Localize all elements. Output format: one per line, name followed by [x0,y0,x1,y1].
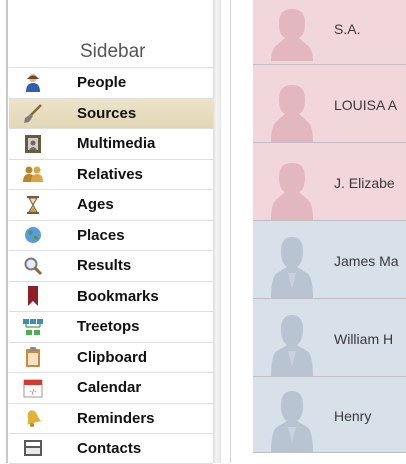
sidebar-item-relatives[interactable]: Relatives [9,158,213,190]
sidebar-item-label: Contacts [77,439,142,457]
contact-card-icon [15,439,51,457]
sidebar-item-results[interactable]: Results [9,250,213,281]
sidebar-item-label: Bookmarks [77,287,159,305]
sidebar-item-contacts[interactable]: Contacts [9,433,213,464]
sidebar-item-bookmarks[interactable]: Bookmarks [9,280,213,312]
sidebar-item-multimedia[interactable]: Multimedia [9,128,213,159]
sidebar-item-reminders[interactable]: Reminders [9,402,213,434]
female-silhouette-icon [271,9,313,61]
list-bottom-separator [253,452,406,453]
picture-frame-icon [15,134,51,154]
person-name: William H [334,331,394,347]
sidebar-item-label: Sources [77,104,137,122]
person-card[interactable]: LOUISA A [253,64,406,143]
sidebar-title: Sidebar [80,41,146,62]
clipboard-icon [15,347,51,368]
sidebar-item-clipboard[interactable]: Clipboard [9,341,213,373]
sidebar-item-ages[interactable]: Ages [9,189,213,220]
person-card[interactable]: Henry [253,376,406,453]
male-silhouette-icon [271,237,313,299]
person-name: J. Elizabe [334,175,395,191]
female-silhouette-icon [271,163,313,221]
hourglass-icon [15,195,51,215]
sidebar-item-sources[interactable]: Sources [9,97,213,128]
sidebar-item-label: Treetops [77,318,140,336]
shovel-icon [15,102,51,124]
sidebar-edge [6,0,8,463]
sidebar-item-calendar[interactable]: -/- Calendar [9,372,213,403]
sidebar-item-label: Calendar [77,379,142,397]
people-list: S.A. LOUISA A J. Elizabe James Ma Willia… [253,0,406,463]
sidebar-item-label: People [77,74,127,92]
male-silhouette-icon [271,315,313,377]
person-card[interactable]: William H [253,298,406,377]
person-name: James Ma [334,253,399,269]
sidebar-item-label: Ages [77,196,114,214]
pane-divider-line [230,0,231,463]
svg-text:-/-: -/- [29,388,37,396]
globe-icon [15,225,51,245]
female-silhouette-icon [271,85,313,143]
sidebar-item-label: Relatives [77,165,143,183]
sidebar-item-people[interactable]: People [9,67,213,98]
sidebar-item-label: Clipboard [77,348,147,366]
pane-splitter[interactable] [213,0,221,463]
sidebar-item-label: Places [77,226,125,244]
person-name: S.A. [334,21,361,37]
person-icon [15,73,51,93]
sidebar-item-label: Results [77,257,132,275]
bookmark-icon [15,286,51,307]
sidebar-item-label: Reminders [77,409,155,427]
person-card[interactable]: S.A. [253,0,406,64]
person-card[interactable]: James Ma [253,220,406,299]
sidebar-item-label: Multimedia [77,135,156,153]
male-silhouette-icon [271,391,313,453]
relatives-icon [15,165,51,183]
person-name: Henry [334,408,372,424]
bell-icon [15,408,51,428]
tree-chart-icon [15,318,51,336]
sidebar-item-treetops[interactable]: Treetops [9,311,213,342]
sidebar-list: People Sources Multimedia Relatives Ages… [9,67,213,464]
magnifier-icon [15,256,51,276]
calendar-icon: -/- [15,378,51,398]
person-name: LOUISA A [334,97,398,113]
sidebar: Sidebar People Sources Multimedia Relati… [0,0,213,464]
person-card[interactable]: J. Elizabe [253,142,406,221]
sidebar-item-places[interactable]: Places [9,219,213,251]
